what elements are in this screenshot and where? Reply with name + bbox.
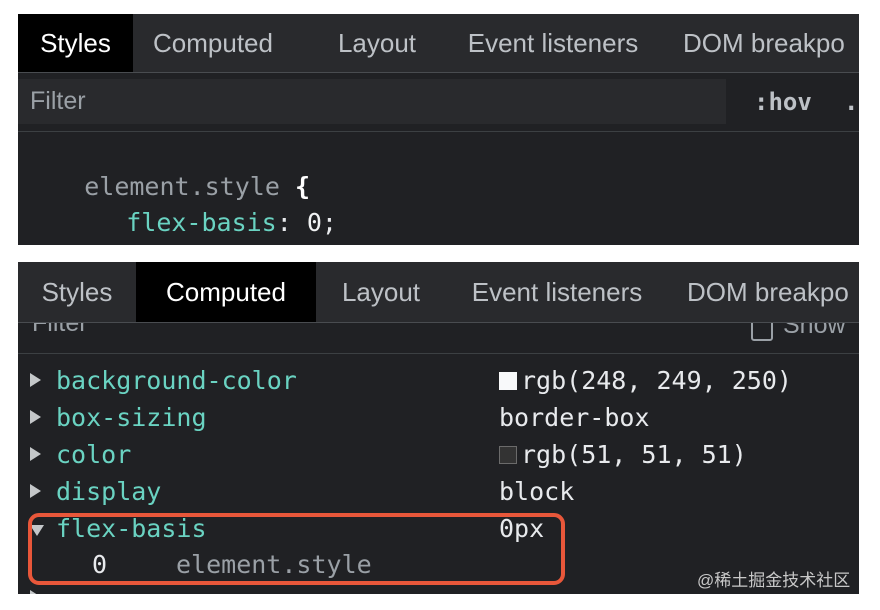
tab-bar: Styles Computed Layout Event listeners D… — [18, 262, 859, 323]
watermark: @稀土掘金技术社区 — [697, 571, 851, 590]
property-value: rgb(248, 249, 250) — [499, 366, 792, 395]
tab-layout[interactable]: Layout — [318, 14, 436, 72]
property-name: box-sizing — [56, 403, 207, 432]
color-swatch-icon[interactable] — [499, 371, 517, 390]
computed-property-row[interactable]: display block — [18, 475, 859, 512]
expand-arrow-icon — [30, 590, 41, 594]
declaration-property[interactable]: flex-basis — [126, 208, 277, 237]
computed-property-row[interactable]: color rgb(51, 51, 51) — [18, 438, 859, 475]
declaration-value[interactable]: 0 — [307, 208, 322, 237]
close-brace: } — [84, 243, 99, 245]
computed-panel: Styles Computed Layout Event listeners D… — [18, 262, 859, 594]
computed-property-row[interactable]: box-sizing border-box — [18, 401, 859, 438]
expand-arrow-icon[interactable] — [30, 410, 41, 424]
show-all-toggle[interactable]: Show — [751, 323, 846, 341]
property-name: color — [56, 440, 132, 469]
tab-dom-breakpoints[interactable]: DOM breakpo — [687, 262, 859, 322]
property-value-text: rgb(51, 51, 51) — [521, 440, 747, 469]
tab-computed[interactable]: Computed — [136, 262, 316, 322]
property-name: display — [56, 477, 162, 506]
tab-layout[interactable]: Layout — [322, 262, 440, 322]
filter-input[interactable]: Filter — [32, 323, 88, 338]
color-swatch-icon[interactable] — [499, 445, 517, 464]
hover-state-toggle[interactable]: :hov — [754, 73, 812, 131]
show-all-label: Show — [783, 323, 846, 339]
filter-bar: Filter Show — [18, 323, 859, 354]
tab-event-listeners[interactable]: Event listeners — [458, 14, 648, 72]
rule-footer: } — [24, 214, 99, 245]
expand-arrow-icon[interactable] — [30, 447, 41, 461]
computed-property-row[interactable]: background-color rgb(248, 249, 250) — [18, 364, 859, 401]
property-value: border-box — [499, 403, 650, 432]
filter-bar: Filter :hov . — [18, 73, 859, 132]
property-value: block — [499, 477, 575, 506]
filter-input[interactable]: Filter — [18, 79, 726, 124]
tab-bar: Styles Computed Layout Event listeners D… — [18, 14, 859, 73]
expand-arrow-icon[interactable] — [30, 484, 41, 498]
tab-styles[interactable]: Styles — [18, 262, 136, 322]
declaration-semicolon: ; — [321, 208, 337, 237]
declaration-colon: : — [276, 208, 292, 237]
tab-event-listeners[interactable]: Event listeners — [462, 262, 652, 322]
tab-dom-breakpoints[interactable]: DOM breakpo — [683, 14, 859, 72]
declaration[interactable]: flex-basis: 0; — [66, 179, 337, 245]
tab-computed[interactable]: Computed — [138, 14, 288, 72]
property-value: rgb(51, 51, 51) — [499, 440, 747, 469]
property-name: background-color — [56, 366, 297, 395]
highlight-box — [28, 513, 565, 585]
tab-styles[interactable]: Styles — [18, 14, 133, 72]
show-all-checkbox[interactable] — [751, 323, 773, 341]
expand-arrow-icon[interactable] — [30, 373, 41, 387]
class-toggle[interactable]: . — [844, 73, 858, 131]
styles-panel: Styles Computed Layout Event listeners D… — [18, 14, 859, 245]
property-value-text: rgb(248, 249, 250) — [521, 366, 792, 395]
